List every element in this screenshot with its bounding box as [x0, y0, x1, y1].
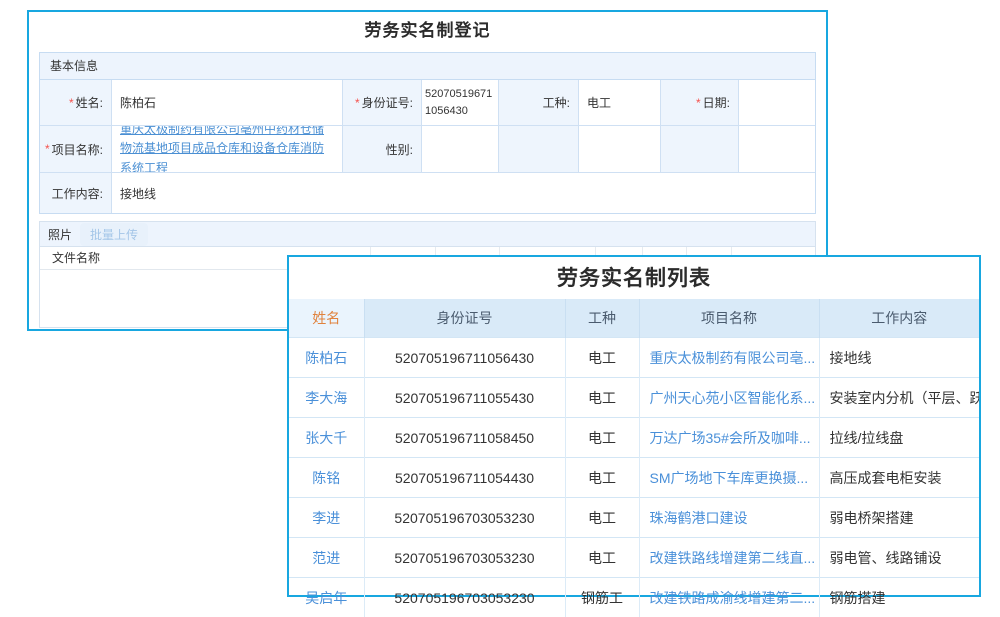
gender-field[interactable] — [422, 126, 498, 172]
table-row: 李进520705196703053230电工珠海鹤港口建设弱电桥架搭建 — [289, 498, 979, 538]
work-content-cell: 钢筋搭建 — [819, 578, 979, 617]
table-row: 陈铭520705196711054430电工SM广场地下车库更换摄...高压成套… — [289, 458, 979, 498]
project-link[interactable]: 重庆太极制药有限公司亳... — [639, 338, 819, 378]
name-link[interactable]: 陈柏石 — [289, 338, 364, 378]
basic-info-section-header: 基本信息 — [40, 53, 815, 80]
worktype-field[interactable]: 电工 — [579, 80, 660, 125]
table-row: 吴启年520705196703053230钢筋工改建铁路成渝线增建第二...钢筋… — [289, 578, 979, 617]
column-header-workcontent[interactable]: 工作内容 — [819, 299, 979, 338]
id-number-field[interactable]: 520705196711056430 — [422, 80, 498, 125]
project-link[interactable]: 广州天心苑小区智能化系... — [639, 378, 819, 418]
worktype-cell: 钢筋工 — [565, 578, 639, 617]
worktype-cell: 电工 — [565, 458, 639, 498]
table-row: 张大千520705196711058450电工万达广场35#会所及咖啡...拉线… — [289, 418, 979, 458]
registration-form-grid: *姓名: 陈柏石 *身份证号: 520705196711056430 工种: 电… — [40, 80, 815, 213]
work-content-cell: 拉线/拉线盘 — [819, 418, 979, 458]
labor-list-table: 姓名身份证号工种项目名称工作内容 陈柏石520705196711056430电工… — [289, 299, 979, 617]
empty-value-cell — [579, 126, 660, 172]
list-table-body: 陈柏石520705196711056430电工重庆太极制药有限公司亳...接地线… — [289, 338, 979, 617]
project-name-label: *项目名称: — [40, 126, 111, 172]
date-field[interactable] — [739, 80, 815, 125]
name-link[interactable]: 陈铭 — [289, 458, 364, 498]
gender-label: 性别: — [343, 126, 421, 172]
id-cell: 520705196711058450 — [364, 418, 565, 458]
name-field[interactable]: 陈柏石 — [112, 80, 342, 125]
name-link[interactable]: 李进 — [289, 498, 364, 538]
table-row: 范进520705196703053230电工改建铁路线增建第二线直...弱电管、… — [289, 538, 979, 578]
table-row: 李大海520705196711055430电工广州天心苑小区智能化系...安装室… — [289, 378, 979, 418]
empty-label-cell — [499, 126, 578, 172]
column-header-id[interactable]: 身份证号 — [364, 299, 565, 338]
work-content-cell: 弱电桥架搭建 — [819, 498, 979, 538]
column-header-project[interactable]: 项目名称 — [639, 299, 819, 338]
photo-label: 照片 — [48, 226, 72, 243]
worktype-cell: 电工 — [565, 538, 639, 578]
table-header-row: 姓名身份证号工种项目名称工作内容 — [289, 299, 979, 338]
date-label: *日期: — [661, 80, 738, 125]
worktype-cell: 电工 — [565, 418, 639, 458]
work-content-field[interactable]: 接地线 — [112, 173, 815, 213]
project-link[interactable]: 珠海鹤港口建设 — [639, 498, 819, 538]
table-row: 陈柏石520705196711056430电工重庆太极制药有限公司亳...接地线 — [289, 338, 979, 378]
project-link[interactable]: 万达广场35#会所及咖啡... — [639, 418, 819, 458]
list-title: 劳务实名制列表 — [289, 257, 979, 299]
name-label: *姓名: — [40, 80, 111, 125]
project-name-field[interactable]: 重庆太极制药有限公司亳州中药材仓储物流基地项目成品仓库和设备仓库消防系统工程 — [112, 126, 342, 172]
worktype-label: 工种: — [499, 80, 578, 125]
id-cell: 520705196703053230 — [364, 578, 565, 617]
worktype-cell: 电工 — [565, 498, 639, 538]
work-content-label: 工作内容: — [40, 173, 111, 213]
id-cell: 520705196711056430 — [364, 338, 565, 378]
work-content-cell: 高压成套电柜安装 — [819, 458, 979, 498]
required-asterisk: * — [696, 96, 701, 110]
worktype-cell: 电工 — [565, 338, 639, 378]
required-asterisk: * — [355, 96, 360, 110]
work-content-cell: 接地线 — [819, 338, 979, 378]
empty-value-cell — [739, 126, 815, 172]
id-cell: 520705196703053230 — [364, 498, 565, 538]
photo-section-header: 照片 批量上传 — [40, 222, 815, 247]
project-link[interactable]: SM广场地下车库更换摄... — [639, 458, 819, 498]
id-cell: 520705196703053230 — [364, 538, 565, 578]
name-link[interactable]: 范进 — [289, 538, 364, 578]
work-content-cell: 安装室内分机（平层、跃... — [819, 378, 979, 418]
list-panel: 劳务实名制列表 姓名身份证号工种项目名称工作内容 陈柏石520705196711… — [287, 255, 981, 597]
name-link[interactable]: 李大海 — [289, 378, 364, 418]
required-asterisk: * — [45, 142, 50, 156]
required-asterisk: * — [69, 96, 74, 110]
project-name-link[interactable]: 重庆太极制药有限公司亳州中药材仓储物流基地项目成品仓库和设备仓库消防系统工程 — [120, 126, 334, 172]
empty-label-cell — [661, 126, 738, 172]
name-link[interactable]: 吴启年 — [289, 578, 364, 617]
bulk-upload-button[interactable]: 批量上传 — [80, 223, 148, 246]
project-link[interactable]: 改建铁路线增建第二线直... — [639, 538, 819, 578]
id-cell: 520705196711054430 — [364, 458, 565, 498]
id-cell: 520705196711055430 — [364, 378, 565, 418]
basic-info-section: 基本信息 *姓名: 陈柏石 *身份证号: 520705196711056430 … — [39, 52, 816, 214]
name-link[interactable]: 张大千 — [289, 418, 364, 458]
registration-title: 劳务实名制登记 — [29, 12, 826, 48]
column-header-worktype[interactable]: 工种 — [565, 299, 639, 338]
id-number-label: *身份证号: — [343, 80, 421, 125]
project-link[interactable]: 改建铁路成渝线增建第二... — [639, 578, 819, 617]
column-header-name[interactable]: 姓名 — [289, 299, 364, 338]
worktype-cell: 电工 — [565, 378, 639, 418]
work-content-cell: 弱电管、线路铺设 — [819, 538, 979, 578]
